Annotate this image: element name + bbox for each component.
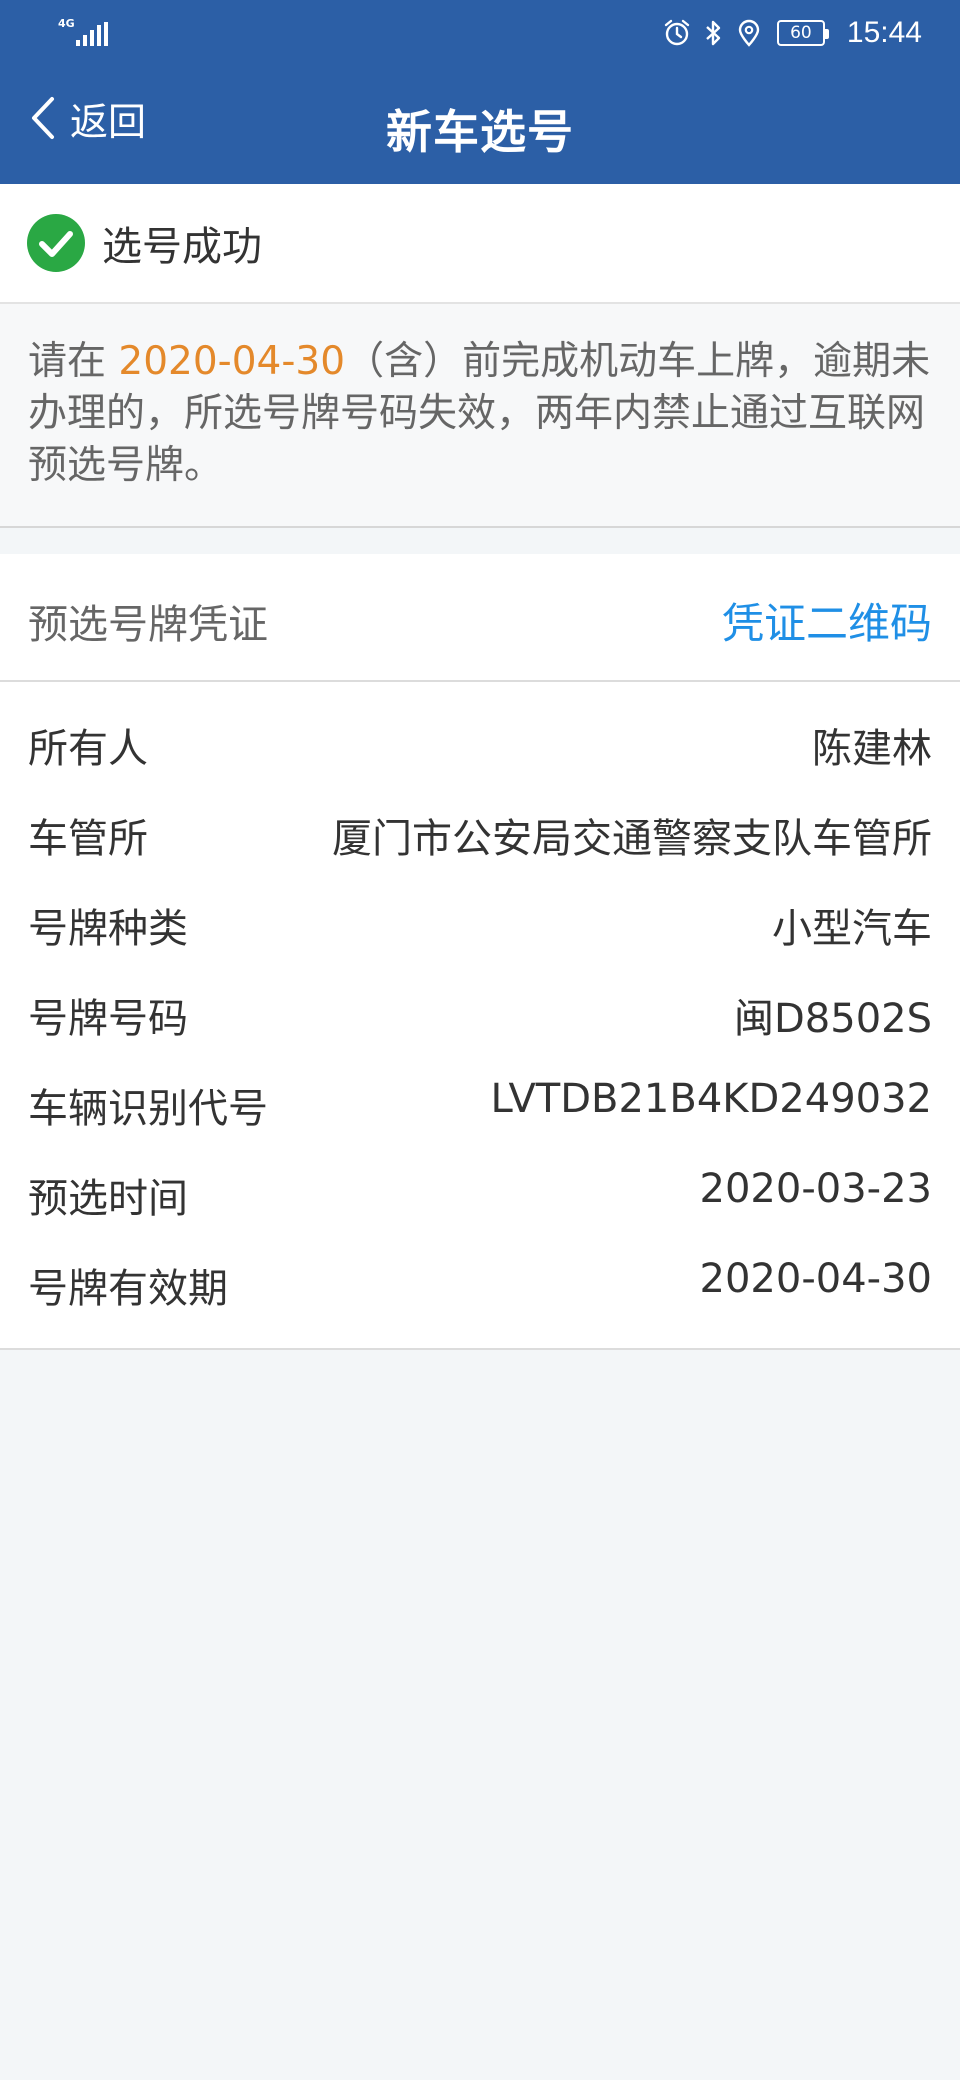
voucher-title: 预选号牌凭证 [28, 602, 268, 648]
detail-row-vehicle-office: 车管所 厦门市公安局交通警察支队车管所 [0, 788, 960, 878]
detail-value: 2020-03-23 [699, 1166, 932, 1212]
detail-label: 车辆识别代号 [28, 1086, 268, 1132]
detail-row-expiry-date: 号牌有效期 2020-04-30 [0, 1238, 960, 1328]
status-time: 15:44 [846, 16, 922, 49]
detail-label: 号牌种类 [28, 906, 188, 952]
detail-label: 号牌有效期 [28, 1266, 228, 1312]
battery-level: 60 [790, 22, 812, 43]
status-bar: 4G 60 15:44 [0, 0, 960, 66]
detail-row-plate-number: 号牌号码 闽D8502S [0, 968, 960, 1058]
status-icons: 60 15:44 [663, 14, 922, 52]
battery-icon: 60 [776, 20, 829, 46]
section-divider [0, 528, 960, 554]
signal-bars-icon [76, 22, 108, 46]
detail-row-vin: 车辆识别代号 LVTDB21B4KD249032 [0, 1058, 960, 1148]
location-icon [738, 19, 760, 47]
voucher-details: 所有人 陈建林 车管所 厦门市公安局交通警察支队车管所 号牌种类 小型汽车 号牌… [0, 682, 960, 1350]
network-type-label: 4G [58, 17, 75, 30]
detail-value: 陈建林 [812, 726, 932, 772]
cellular-signal-icon: 4G [58, 18, 108, 48]
voucher-qr-code-link[interactable]: 凭证二维码 [722, 590, 932, 651]
detail-label: 号牌号码 [28, 996, 188, 1042]
detail-value: 小型汽车 [772, 906, 932, 952]
page-title: 新车选号 [386, 105, 574, 159]
success-banner: 选号成功 [0, 184, 960, 304]
detail-label: 预选时间 [28, 1176, 188, 1222]
nav-bar: 返回 新车选号 [0, 66, 960, 184]
detail-row-plate-type: 号牌种类 小型汽车 [0, 878, 960, 968]
bluetooth-icon [706, 20, 721, 46]
detail-value: 2020-04-30 [699, 1256, 932, 1302]
alarm-icon [664, 19, 690, 46]
detail-label: 车管所 [28, 816, 148, 862]
detail-value: 厦门市公安局交通警察支队车管所 [332, 816, 932, 862]
detail-row-selection-date: 预选时间 2020-03-23 [0, 1148, 960, 1238]
notice-deadline-date: 2020-04-30 [118, 339, 346, 384]
detail-value: LVTDB21B4KD249032 [490, 1076, 932, 1122]
app-header: 4G 60 15:44 返回 新车选号 [0, 0, 960, 184]
notice-prefix: 请在 [28, 339, 119, 384]
success-text: 选号成功 [102, 224, 262, 270]
detail-label: 所有人 [28, 726, 148, 772]
voucher-header: 预选号牌凭证 凭证二维码 [0, 554, 960, 682]
deadline-notice: 请在 2020-04-30（含）前完成机动车上牌，逾期未办理的，所选号牌号码失效… [0, 304, 960, 528]
detail-value: 闽D8502S [734, 996, 932, 1042]
detail-row-owner: 所有人 陈建林 [0, 698, 960, 788]
check-circle-icon [27, 214, 85, 272]
